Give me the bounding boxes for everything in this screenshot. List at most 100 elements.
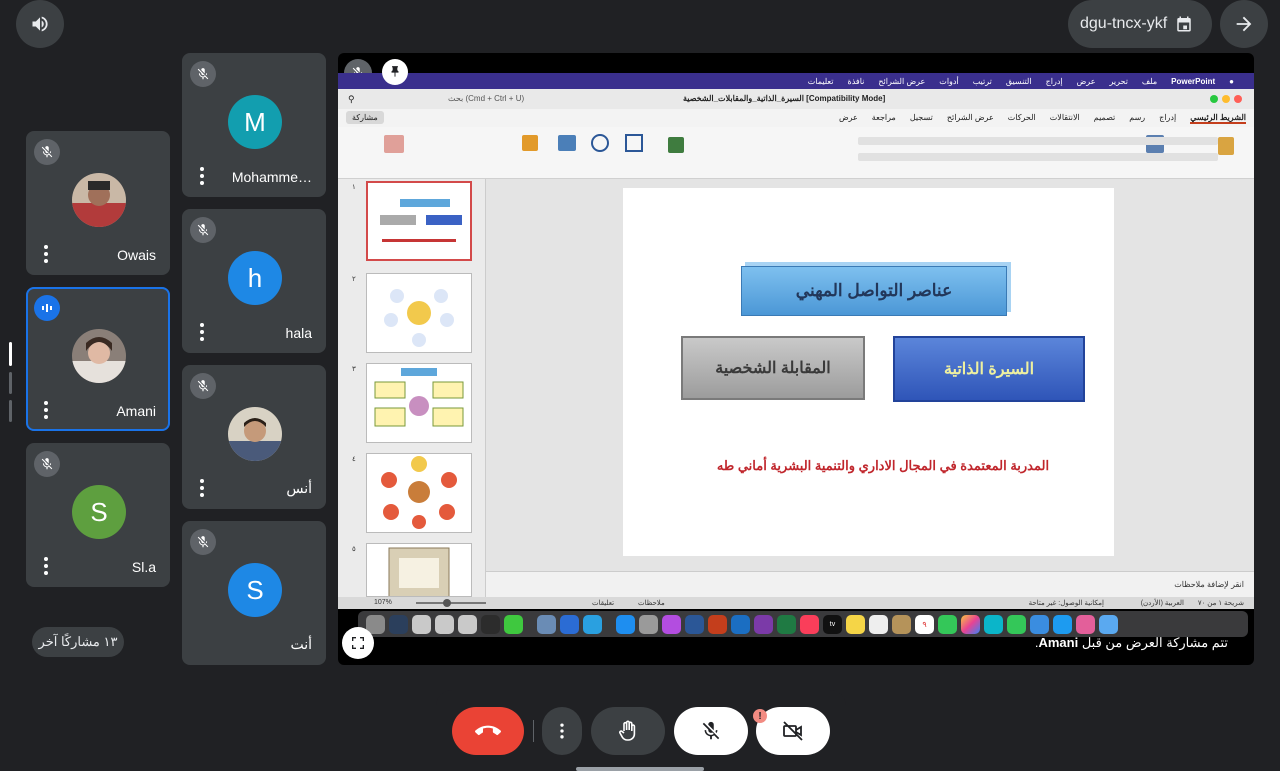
participant-tile-sla[interactable]: S Sl.a xyxy=(26,443,170,587)
notes-toggle[interactable]: ملاحظات xyxy=(638,599,665,607)
slide-thumbnail-1[interactable] xyxy=(366,181,472,261)
more-options-icon[interactable] xyxy=(44,245,48,263)
menu-item[interactable]: ملف xyxy=(1142,77,1157,86)
tab-record[interactable]: تسجيل xyxy=(910,113,933,124)
photos-icon[interactable] xyxy=(961,614,980,634)
word-icon[interactable] xyxy=(685,614,704,634)
tab-animations[interactable]: الحركات xyxy=(1008,113,1036,124)
menu-item[interactable]: إدراج xyxy=(1046,77,1063,86)
participant-tile-owais[interactable]: Owais xyxy=(26,131,170,275)
expand-panel-button[interactable] xyxy=(1220,0,1268,48)
menu-item[interactable]: التنسيق xyxy=(1006,77,1032,86)
more-options-icon[interactable] xyxy=(200,479,204,497)
finder-icon[interactable] xyxy=(1099,614,1118,634)
share-document-button[interactable]: مشاركة xyxy=(346,111,384,124)
tab-review[interactable]: مراجعة xyxy=(872,113,896,124)
menu-item[interactable]: أدوات xyxy=(939,77,958,86)
menu-item[interactable]: نافذة xyxy=(848,77,865,86)
participant-tile-mohammed[interactable]: M Mohamme… xyxy=(182,53,326,197)
tab-home[interactable]: الشريط الرئيسي xyxy=(1190,113,1246,124)
mail-icon[interactable] xyxy=(1030,614,1049,634)
speaker-volume-button[interactable] xyxy=(16,0,64,48)
slide-box-cv: السيرة الذاتية xyxy=(893,336,1085,402)
app-icon[interactable] xyxy=(458,614,477,634)
close-window-icon[interactable] xyxy=(1234,95,1242,103)
comments-toggle[interactable]: تعليقات xyxy=(592,599,614,607)
raise-hand-button[interactable] xyxy=(591,707,665,755)
accessibility-indicator[interactable]: إمكانية الوصول: غير متاحة xyxy=(1029,599,1104,607)
zoom-window-icon[interactable] xyxy=(1210,95,1218,103)
page-indicator xyxy=(9,400,12,422)
pin-icon xyxy=(391,66,399,77)
menu-item[interactable]: تعليمات xyxy=(808,77,834,86)
app-icon[interactable] xyxy=(412,614,431,634)
powerpoint-icon[interactable] xyxy=(708,614,727,634)
slide-thumbnail-4[interactable] xyxy=(366,453,472,533)
zoom-slider-thumb[interactable] xyxy=(443,599,451,607)
fullscreen-button[interactable] xyxy=(342,627,374,659)
notes-app-icon[interactable] xyxy=(846,614,865,634)
podcasts-icon[interactable] xyxy=(662,614,681,634)
outlook-icon[interactable] xyxy=(731,614,750,634)
microphone-toggle-button[interactable] xyxy=(674,707,748,755)
messages-icon[interactable] xyxy=(1007,614,1026,634)
menu-item[interactable]: ترتيب xyxy=(973,77,992,86)
maps-icon[interactable] xyxy=(984,614,1003,634)
tab-view[interactable]: عرض xyxy=(839,113,858,124)
zoom-level[interactable]: 107% xyxy=(374,599,392,606)
onenote-icon[interactable] xyxy=(754,614,773,634)
slide-thumbnail-2[interactable] xyxy=(366,273,472,353)
app-icon[interactable] xyxy=(435,614,454,634)
participant-tile-amani[interactable]: Amani xyxy=(26,287,170,431)
apple-tv-icon[interactable]: tv xyxy=(823,614,842,634)
calculator-icon[interactable] xyxy=(481,614,500,634)
settings-icon[interactable] xyxy=(639,614,658,634)
camera-toggle-button[interactable] xyxy=(756,707,830,755)
app-icon[interactable] xyxy=(504,614,523,634)
apple-icon[interactable]: ● xyxy=(1229,77,1234,86)
slide-thumbnail-3[interactable] xyxy=(366,363,472,443)
music-icon[interactable] xyxy=(800,614,819,634)
tab-slideshow[interactable]: عرض الشرائح xyxy=(947,113,994,124)
launchpad-icon[interactable] xyxy=(1076,614,1095,634)
leave-call-button[interactable] xyxy=(452,707,524,755)
more-options-button[interactable] xyxy=(542,707,582,755)
zoom-slider[interactable] xyxy=(416,602,486,604)
participant-tile-hala[interactable]: h hala xyxy=(182,209,326,353)
app-icon[interactable] xyxy=(560,614,579,634)
tab-transitions[interactable]: الانتقالات xyxy=(1050,113,1080,124)
avatar: S xyxy=(228,563,282,617)
more-options-icon[interactable] xyxy=(44,401,48,419)
meeting-code-button[interactable]: dgu-tncx-ykf xyxy=(1068,0,1212,48)
tab-design[interactable]: تصميم xyxy=(1094,113,1116,124)
telegram-icon[interactable] xyxy=(583,614,602,634)
menu-item[interactable]: عرض xyxy=(1077,77,1096,86)
participant-tile-self[interactable]: S أنت xyxy=(182,521,326,665)
notes-pane[interactable]: انقر لإضافة ملاحظات xyxy=(486,571,1254,597)
tab-draw[interactable]: رسم xyxy=(1129,113,1145,124)
more-options-icon[interactable] xyxy=(44,557,48,575)
reminders-icon[interactable] xyxy=(869,614,888,634)
minimize-window-icon[interactable] xyxy=(1222,95,1230,103)
facetime-icon[interactable] xyxy=(938,614,957,634)
app-name[interactable]: PowerPoint xyxy=(1171,77,1215,86)
share-link-icon[interactable]: ⚲ xyxy=(348,94,355,105)
calendar-app-icon[interactable]: ٩ xyxy=(915,614,934,634)
search-field[interactable]: بحث (Cmd + Ctrl + U) xyxy=(448,94,524,103)
app-icon[interactable] xyxy=(537,614,556,634)
menu-item[interactable]: عرض الشرائح xyxy=(878,77,925,86)
tab-insert[interactable]: إدراج xyxy=(1159,113,1176,124)
more-options-icon[interactable] xyxy=(200,167,204,185)
current-slide[interactable]: عناصر التواصل المهني المقابلة الشخصية ال… xyxy=(623,188,1114,556)
slide-thumbnail-5[interactable] xyxy=(366,543,472,597)
others-count-button[interactable]: ١٣ مشاركًا آخر xyxy=(32,627,124,657)
excel-icon[interactable] xyxy=(777,614,796,634)
participant-tile-anas[interactable]: أنس xyxy=(182,365,326,509)
menu-item[interactable]: تحرير xyxy=(1109,77,1127,86)
app-icon[interactable] xyxy=(389,614,408,634)
more-options-icon[interactable] xyxy=(200,323,204,341)
app-store-icon[interactable] xyxy=(616,614,635,634)
contacts-icon[interactable] xyxy=(892,614,911,634)
safari-icon[interactable] xyxy=(1053,614,1072,634)
pin-button[interactable] xyxy=(382,59,408,85)
